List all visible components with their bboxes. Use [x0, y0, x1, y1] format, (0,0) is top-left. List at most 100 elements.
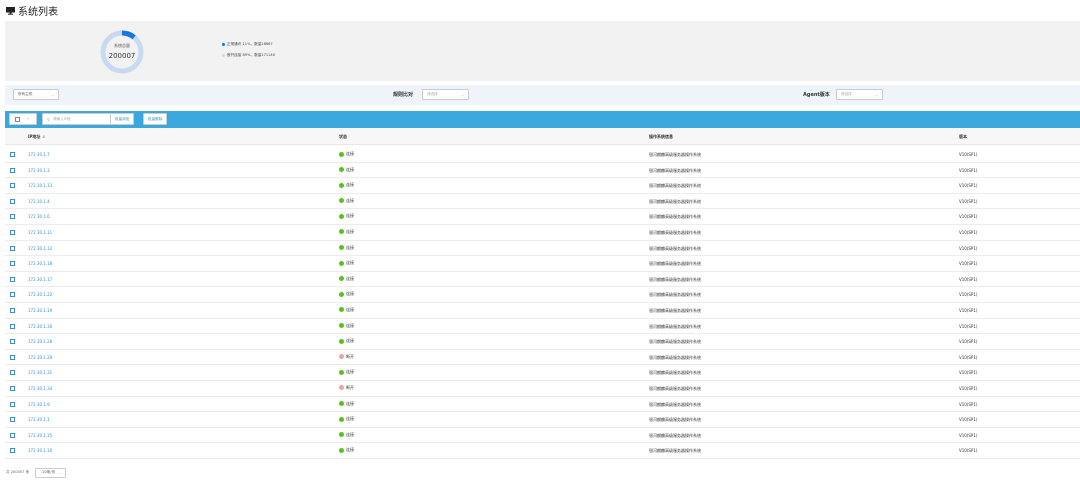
- row-checkbox[interactable]: [10, 417, 15, 423]
- row-checkbox[interactable]: [10, 261, 15, 267]
- ip-link[interactable]: 172.30.1.7: [28, 152, 50, 157]
- chevron-down-icon: ⌄: [51, 93, 54, 97]
- ip-link[interactable]: 172.30.1.28: [28, 339, 52, 344]
- status-text: 连接: [346, 306, 354, 312]
- row-checkbox[interactable]: [10, 354, 15, 360]
- batch-add-button[interactable]: 批量添加: [110, 113, 135, 125]
- table-header: IP地址 ⇵ 状态 操作系统信息 版本: [5, 128, 1080, 145]
- ip-link[interactable]: 172.30.1.17: [28, 277, 52, 282]
- select-all-dropdown[interactable]: ⌄: [9, 113, 37, 125]
- status-connected-icon: [339, 369, 344, 375]
- row-checkbox[interactable]: [10, 292, 15, 298]
- row-checkbox[interactable]: [10, 385, 15, 391]
- version: V10(SP1): [959, 432, 978, 438]
- os-info: 银河麒麟高级服务器操作系统: [649, 323, 701, 329]
- row-checkbox[interactable]: [10, 152, 15, 157]
- status-text: 连接: [346, 244, 354, 250]
- rule-compare-select[interactable]: 请选择 ⌄: [422, 89, 469, 100]
- row-checkbox[interactable]: [10, 198, 15, 204]
- status-connected-icon: [339, 416, 344, 422]
- row-checkbox[interactable]: [10, 370, 15, 376]
- legend-dot-icon: [222, 43, 225, 46]
- status-text: 连接: [346, 447, 354, 453]
- page-size-select[interactable]: 20条/页 ⌄: [35, 467, 67, 478]
- status-connected-icon: [339, 245, 344, 251]
- monitor-icon: [6, 6, 15, 15]
- ip-link[interactable]: 172.30.1.6: [28, 214, 50, 219]
- ip-link[interactable]: 172.30.1.12: [28, 246, 52, 251]
- row-checkbox[interactable]: [10, 214, 15, 220]
- ip-link[interactable]: 172.30.1.11: [28, 230, 52, 235]
- status-cell: 连接: [339, 198, 354, 204]
- version: V10(SP1): [959, 167, 978, 173]
- status-cell: 连接: [339, 307, 354, 313]
- row-checkbox[interactable]: [10, 229, 15, 235]
- row-checkbox[interactable]: [10, 339, 15, 345]
- chevron-down-icon: ⌄: [461, 93, 464, 97]
- host-select[interactable]: 所有主机 ⌄: [13, 89, 59, 100]
- ip-link[interactable]: 172.30.1.29: [28, 355, 52, 360]
- ip-link[interactable]: 172.30.1.22: [28, 292, 52, 297]
- version: V10(SP1): [959, 276, 978, 282]
- status-cell: 连接: [339, 182, 354, 188]
- os-info: 银河麒麟高级服务器操作系统: [649, 354, 701, 360]
- ip-link[interactable]: 172.30.1.3: [28, 168, 50, 173]
- row-checkbox[interactable]: [10, 276, 15, 282]
- agent-select-value: 请选择: [841, 92, 852, 96]
- version: V10(SP1): [959, 323, 978, 329]
- ip-link[interactable]: 172.30.1.15: [28, 433, 52, 438]
- version: V10(SP1): [959, 152, 978, 157]
- status-cell: 连接: [339, 167, 354, 173]
- table-toolbar: ⌄ ⚲ 请输入IP段 批量添加 批量删除: [5, 111, 1080, 128]
- ip-link[interactable]: 172.30.1.18: [28, 261, 52, 266]
- status-text: 连接: [346, 213, 354, 219]
- table-row: 172.30.1.30 连接 银河麒麟高级服务器操作系统 V10(SP1): [5, 319, 1080, 335]
- row-checkbox[interactable]: [10, 401, 15, 407]
- status-text: 连接: [346, 338, 354, 344]
- status-connected-icon: [339, 182, 344, 188]
- ip-search-input[interactable]: ⚲ 请输入IP段: [42, 113, 112, 125]
- status-text: 连接: [346, 182, 354, 188]
- os-info: 银河麒麟高级服务器操作系统: [649, 229, 701, 235]
- status-text: 连接: [346, 416, 354, 422]
- ip-link[interactable]: 172.30.1.13: [28, 183, 52, 188]
- table-row: 172.30.1.4 连接 银河麒麟高级服务器操作系统 V10(SP1): [5, 194, 1080, 210]
- ip-link[interactable]: 172.30.1.34: [28, 386, 52, 391]
- batch-delete-button[interactable]: 批量删除: [143, 113, 168, 125]
- column-header-ip[interactable]: IP地址 ⇵: [28, 134, 45, 140]
- header-label: IP地址: [28, 134, 41, 139]
- status-text: 断开: [346, 384, 354, 390]
- ip-link[interactable]: 172.30.1.1: [28, 417, 50, 422]
- status-connected-icon: [339, 260, 344, 266]
- status-cell: 连接: [339, 432, 354, 438]
- version: V10(SP1): [959, 307, 978, 313]
- ip-link[interactable]: 172.30.1.31: [28, 370, 52, 375]
- row-checkbox[interactable]: [10, 245, 15, 251]
- ip-link[interactable]: 172.30.1.30: [28, 324, 52, 329]
- row-checkbox[interactable]: [10, 307, 15, 313]
- row-checkbox[interactable]: [10, 323, 15, 329]
- status-cell: 连接: [339, 338, 354, 344]
- status-text: 断开: [346, 353, 354, 359]
- row-checkbox[interactable]: [10, 183, 15, 189]
- donut-legend: 正常通讯 11%，数量28867 断开连接 89%，数量171140: [222, 41, 275, 63]
- sort-icon[interactable]: ⇵: [42, 135, 45, 139]
- status-cell: 连接: [339, 447, 354, 453]
- row-checkbox[interactable]: [10, 167, 15, 173]
- table-row: 172.30.1.9 连接 银河麒麟高级服务器操作系统 V10(SP1): [5, 397, 1080, 413]
- chevron-down-icon: ⌄: [27, 116, 30, 120]
- total-count: 共 200007 条: [6, 470, 30, 474]
- agent-version-select[interactable]: 请选择 ⌄: [836, 89, 883, 100]
- ip-link[interactable]: 172.30.1.19: [28, 308, 52, 313]
- ip-link[interactable]: 172.30.1.9: [28, 402, 50, 407]
- ip-link[interactable]: 172.30.1.4: [28, 199, 50, 204]
- os-info: 银河麒麟高级服务器操作系统: [649, 417, 701, 423]
- ip-link[interactable]: 172.30.1.10: [28, 448, 52, 453]
- row-checkbox[interactable]: [10, 432, 15, 438]
- pagination-footer: 共 200007 条 20条/页 ⌄: [6, 467, 67, 478]
- row-checkbox[interactable]: [10, 448, 15, 454]
- rule-select-value: 请选择: [427, 92, 438, 96]
- status-text: 连接: [346, 322, 354, 328]
- version: V10(SP1): [959, 370, 978, 376]
- page-size-value: 20条/页: [42, 470, 56, 474]
